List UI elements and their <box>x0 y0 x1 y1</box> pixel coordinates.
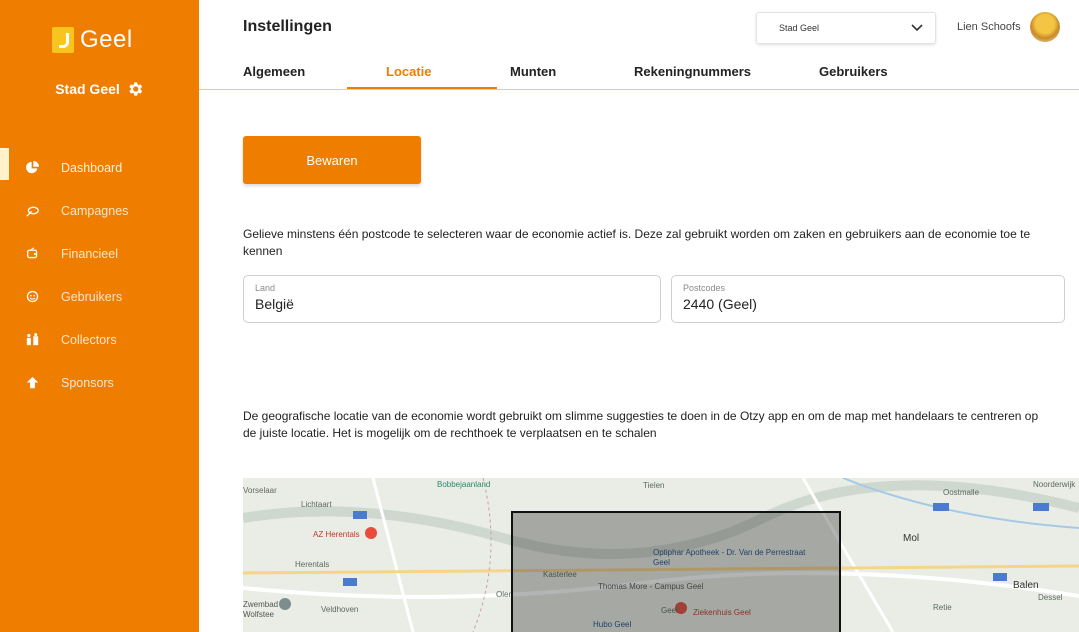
map-label: Veldhoven <box>321 605 359 614</box>
map-label: Herentals <box>295 560 330 569</box>
map-poi: Zwembad Wolfstee <box>243 600 279 619</box>
organization-name[interactable]: Stad Geel <box>0 80 199 98</box>
users-icon <box>26 290 39 303</box>
postcodes-field-label: Postcodes <box>683 283 726 293</box>
tab-algemeen[interactable]: Algemeen <box>243 64 305 79</box>
sidebar-item-label: Sponsors <box>61 375 114 390</box>
city-select[interactable]: Stad Geel <box>756 12 936 44</box>
sidebar-nav: Dashboard Campagnes Financieel Gebruiker… <box>0 146 199 404</box>
sidebar-item-label: Gebruikers <box>61 289 123 304</box>
sidebar-item-financieel[interactable]: Financieel <box>0 232 199 275</box>
land-field-value: België <box>255 296 294 312</box>
map-poi: AZ Herentals <box>313 530 360 539</box>
sidebar-item-sponsors[interactable]: Sponsors <box>0 361 199 404</box>
active-tab-indicator <box>347 87 497 89</box>
tab-bar: Algemeen Locatie Munten Rekeningnummers … <box>199 56 1079 90</box>
tab-rekeningnummers[interactable]: Rekeningnummers <box>634 64 751 79</box>
pie-chart-icon <box>26 161 39 174</box>
land-field[interactable]: Land België <box>243 275 661 323</box>
map-label: Mol <box>903 533 920 544</box>
postcodes-field-value: 2440 (Geel) <box>683 296 757 312</box>
sidebar-item-label: Collectors <box>61 332 117 347</box>
map-label: Dessel <box>1038 593 1063 602</box>
chevron-down-icon <box>911 24 923 32</box>
city-select-value: Stad Geel <box>779 23 820 33</box>
map-label: Vorselaar <box>243 486 277 495</box>
sidebar-item-label: Financieel <box>61 246 118 261</box>
wallet-icon <box>26 247 38 259</box>
map-label: Noorderwijk <box>1033 480 1076 489</box>
sidebar-item-gebruikers[interactable]: Gebruikers <box>0 275 199 318</box>
map-label: Bobbejaanland <box>437 480 491 489</box>
save-button[interactable]: Bewaren <box>243 136 421 184</box>
postcodes-field[interactable]: Postcodes 2440 (Geel) <box>671 275 1065 323</box>
avatar[interactable] <box>1030 12 1060 42</box>
gear-icon[interactable] <box>126 80 144 98</box>
geo-description: De geografische locatie van de economie … <box>243 409 1039 440</box>
location-map[interactable]: Bobbejaanland Tielen Lichtaart Herentals… <box>243 478 1079 632</box>
sidebar: Geel Stad Geel Dashboard Campagnes Finan… <box>0 0 199 632</box>
logo-mark-icon <box>52 27 74 53</box>
map-label: Oostmalle <box>943 488 980 497</box>
location-rectangle[interactable] <box>511 511 841 632</box>
map-label: Tielen <box>643 481 665 490</box>
collectors-icon <box>26 333 39 346</box>
land-field-label: Land <box>255 283 276 293</box>
logo-text: Geel <box>80 26 133 53</box>
sidebar-item-campagnes[interactable]: Campagnes <box>0 189 199 232</box>
postcode-description: Gelieve minstens één postcode te selecte… <box>243 227 1031 258</box>
sidebar-item-collectors[interactable]: Collectors <box>0 318 199 361</box>
campaign-icon <box>26 206 39 217</box>
map-label: Lichtaart <box>301 500 332 509</box>
sidebar-item-dashboard[interactable]: Dashboard <box>0 146 199 189</box>
page-title: Instellingen <box>243 18 332 35</box>
tab-locatie[interactable]: Locatie <box>386 64 432 79</box>
sidebar-item-label: Dashboard <box>61 160 123 175</box>
user-name[interactable]: Lien Schoofs <box>957 21 1021 33</box>
tab-munten[interactable]: Munten <box>510 64 556 79</box>
sidebar-item-label: Campagnes <box>61 203 129 218</box>
logo[interactable]: Geel <box>52 26 133 54</box>
organization-label: Stad Geel <box>55 81 120 97</box>
map-label: Balen <box>1013 580 1039 591</box>
map-label: Retie <box>933 603 952 612</box>
sponsors-icon <box>26 376 39 389</box>
tab-gebruikers[interactable]: Gebruikers <box>819 64 888 79</box>
